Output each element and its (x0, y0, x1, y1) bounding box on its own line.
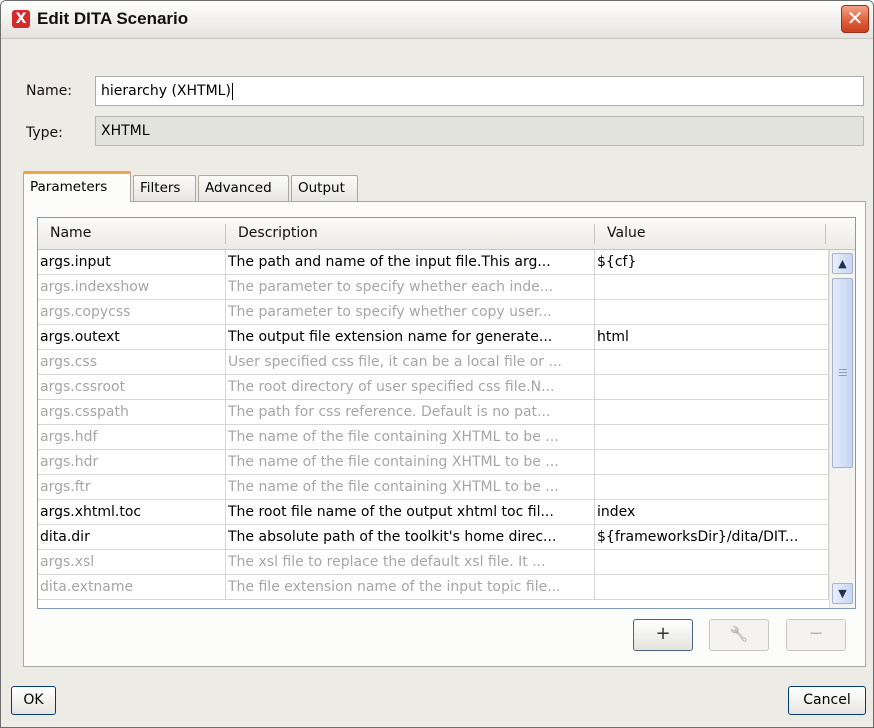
ok-button[interactable]: OK (11, 686, 56, 715)
cell-description[interactable]: The parameter to specify whether each in… (226, 275, 595, 300)
name-field-value: hierarchy (XHTML) (101, 83, 231, 99)
cell-value[interactable] (595, 550, 829, 575)
remove-parameter-button[interactable]: − (786, 619, 846, 651)
table-row[interactable]: dita.dir The absolute path of the toolkit… (38, 525, 829, 550)
cell-description[interactable]: The file extension name of the input top… (226, 575, 595, 600)
cell-name[interactable]: args.ftr (38, 475, 226, 500)
cell-value[interactable] (595, 575, 829, 600)
table-row[interactable]: args.xhtml.toc The root file name of the … (38, 500, 829, 525)
tab-filters[interactable]: Filters (133, 175, 196, 201)
cell-value[interactable] (595, 350, 829, 375)
text-caret (231, 82, 233, 100)
cell-value[interactable] (595, 475, 829, 500)
cell-name[interactable]: args.hdf (38, 425, 226, 450)
cell-name[interactable]: args.copycss (38, 300, 226, 325)
table-row[interactable]: args.hdf The name of the file containing … (38, 425, 829, 450)
cancel-button[interactable]: Cancel (788, 686, 866, 715)
table-row[interactable]: args.copycss The parameter to specify whe… (38, 300, 829, 325)
table-row[interactable]: args.csspath The path for css reference. … (38, 400, 829, 425)
cell-name[interactable]: args.hdr (38, 450, 226, 475)
cell-name[interactable]: args.xhtml.toc (38, 500, 226, 525)
column-header-value[interactable]: Value (595, 218, 825, 249)
cell-name[interactable]: args.css (38, 350, 226, 375)
cell-description[interactable]: The name of the file containing XHTML to… (226, 450, 595, 475)
cell-description[interactable]: The parameter to specify whether copy us… (226, 300, 595, 325)
name-field[interactable]: hierarchy (XHTML) (95, 76, 864, 106)
cell-name[interactable]: dita.extname (38, 575, 226, 600)
cell-value[interactable] (595, 400, 829, 425)
scroll-down-arrow-icon[interactable]: ▼ (832, 583, 853, 604)
table-row[interactable]: args.indexshow The parameter to specify w… (38, 275, 829, 300)
cell-value[interactable] (595, 425, 829, 450)
dialog-title: Edit DITA Scenario (37, 9, 189, 28)
cell-description[interactable]: The root file name of the output xhtml t… (226, 500, 595, 525)
cell-value[interactable]: index (595, 500, 829, 525)
cell-name[interactable]: args.indexshow (38, 275, 226, 300)
cell-name[interactable]: args.xsl (38, 550, 226, 575)
column-separator (825, 224, 826, 244)
scroll-thumb[interactable] (832, 278, 853, 468)
close-button[interactable]: ✕ (841, 5, 869, 33)
cell-name[interactable]: args.cssroot (38, 375, 226, 400)
edit-parameter-button[interactable]: 🔧 (709, 619, 769, 651)
cell-value[interactable]: html (595, 325, 829, 350)
table-row[interactable]: args.hdr The name of the file containing … (38, 450, 829, 475)
wrench-icon: 🔧 (729, 625, 749, 643)
cell-name[interactable]: dita.dir (38, 525, 226, 550)
cell-description[interactable]: The name of the file containing XHTML to… (226, 425, 595, 450)
table-row[interactable]: args.ftr The name of the file containing … (38, 475, 829, 500)
type-field: XHTML (95, 116, 864, 146)
parameters-table: Name Description Value args.input The pat… (37, 217, 856, 609)
oxygen-app-icon: X (12, 10, 30, 28)
dialog-window: X Edit DITA Scenario ✕ Name: hierarchy (… (0, 0, 874, 728)
cell-description[interactable]: The root directory of user specified css… (226, 375, 595, 400)
cell-description[interactable]: The path and name of the input file.This… (226, 250, 595, 275)
column-header-name[interactable]: Name (38, 218, 225, 249)
cell-description[interactable]: The xsl file to replace the default xsl … (226, 550, 595, 575)
tab-output[interactable]: Output (291, 175, 358, 201)
cell-name[interactable]: args.outext (38, 325, 226, 350)
grip-line (839, 372, 847, 373)
tab-parameters[interactable]: Parameters (23, 171, 131, 202)
type-label: Type: (26, 125, 63, 141)
cell-value[interactable]: ${cf} (595, 250, 829, 275)
column-header-description[interactable]: Description (226, 218, 594, 249)
cell-description[interactable]: The path for css reference. Default is n… (226, 400, 595, 425)
cell-value[interactable] (595, 275, 829, 300)
add-parameter-button[interactable]: + (633, 619, 693, 651)
cell-description[interactable]: The name of the file containing XHTML to… (226, 475, 595, 500)
cell-value[interactable] (595, 300, 829, 325)
table-row[interactable]: args.xsl The xsl file to replace the defa… (38, 550, 829, 575)
table-row[interactable]: args.cssroot The root directory of user s… (38, 375, 829, 400)
table-header: Name Description Value (38, 218, 855, 250)
cell-description[interactable]: The output file extension name for gener… (226, 325, 595, 350)
cell-value[interactable]: ${frameworksDir}/dita/DIT... (595, 525, 829, 550)
table-row[interactable]: dita.extname The file extension name of t… (38, 575, 829, 600)
table-row[interactable]: args.outext The output file extension nam… (38, 325, 829, 350)
name-label: Name: (26, 83, 73, 99)
scroll-up-arrow-icon[interactable]: ▲ (832, 253, 853, 274)
cell-name[interactable]: args.input (38, 250, 226, 275)
table-row[interactable]: args.css User specified css file, it can … (38, 350, 829, 375)
grip-line (839, 369, 847, 370)
cell-name[interactable]: args.csspath (38, 400, 226, 425)
vertical-scrollbar[interactable]: ▲ ▼ (829, 250, 855, 608)
title-bar[interactable]: X Edit DITA Scenario ✕ (1, 1, 873, 39)
cell-value[interactable] (595, 450, 829, 475)
cell-value[interactable] (595, 375, 829, 400)
table-row[interactable]: args.input The path and name of the input… (38, 250, 829, 275)
cell-description[interactable]: User specified css file, it can be a loc… (226, 350, 595, 375)
tab-advanced[interactable]: Advanced (198, 175, 289, 201)
cell-description[interactable]: The absolute path of the toolkit's home … (226, 525, 595, 550)
grip-line (839, 375, 847, 376)
